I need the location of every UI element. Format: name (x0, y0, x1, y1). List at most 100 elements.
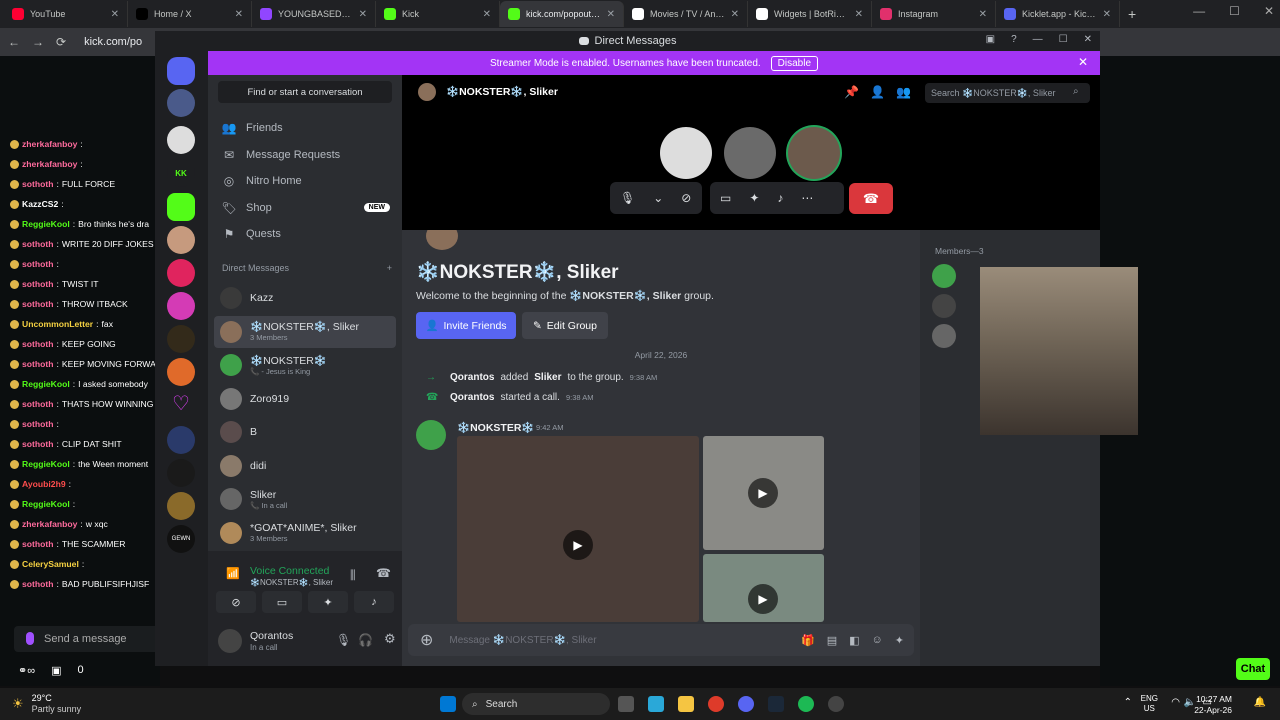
browser-tab[interactable]: Home / X ✕ (128, 1, 252, 27)
new-tab-icon[interactable]: + (1128, 6, 1136, 22)
settings-icon[interactable]: ⚙ (384, 631, 396, 647)
close-icon[interactable]: ✕ (1264, 4, 1274, 18)
minimize-icon[interactable]: — (1193, 4, 1205, 18)
server-icon[interactable] (167, 226, 195, 254)
forward-icon[interactable]: → (32, 35, 44, 49)
browser-tab[interactable]: YouTube ✕ (4, 1, 128, 27)
chat-username[interactable]: ReggieKool (22, 459, 70, 469)
minimize-icon[interactable]: — (1033, 34, 1043, 45)
maximize-icon[interactable]: ☐ (1059, 34, 1068, 45)
chat-username[interactable]: zherkafanboy (22, 139, 77, 149)
server-icon[interactable] (167, 292, 195, 320)
message-author[interactable]: ❄️NOKSTER❄️ (457, 421, 534, 434)
spotify-icon[interactable] (798, 696, 814, 712)
steam-icon[interactable] (768, 696, 784, 712)
close-tab-icon[interactable]: ✕ (855, 9, 863, 20)
app-icon[interactable] (828, 696, 844, 712)
camera-off-icon[interactable]: ⊘ (216, 591, 256, 613)
nav-nitro-home[interactable]: ◎ Nitro Home (214, 168, 396, 194)
server-icon[interactable] (167, 426, 195, 454)
chat-username[interactable]: sothoth (22, 179, 54, 189)
dm-item[interactable]: Kazz (214, 282, 396, 314)
nav-message-requests[interactable]: ✉ Message Requests (214, 142, 396, 168)
chat-username[interactable]: sothoth (22, 279, 54, 289)
chat-username[interactable]: sothoth (22, 439, 54, 449)
chat-username[interactable]: ReggieKool (22, 219, 70, 229)
chat-username[interactable]: zherkafanboy (22, 519, 77, 529)
dm-item[interactable]: didi (214, 450, 396, 482)
windows-start-icon[interactable] (440, 696, 456, 712)
server-icon[interactable]: GEWN (167, 525, 195, 553)
sticker-icon[interactable]: ◧ (849, 634, 859, 647)
maximize-icon[interactable]: ☐ (1229, 4, 1240, 18)
chat-username[interactable]: sothoth (22, 579, 54, 589)
close-icon[interactable]: ✕ (1078, 55, 1088, 69)
dm-item[interactable]: Zoro919 (214, 383, 396, 415)
video-attachment[interactable]: ▶ (703, 436, 824, 550)
chat-username[interactable]: ReggieKool (22, 499, 70, 509)
disable-button[interactable]: Disable (770, 55, 819, 71)
actor[interactable]: Qorantos (450, 392, 494, 403)
call-participant-avatar[interactable] (788, 127, 840, 179)
play-icon[interactable]: ▶ (748, 584, 778, 614)
dm-item[interactable]: ❄️NOKSTER❄️, Sliker 3 Members (214, 315, 396, 348)
dm-item[interactable]: ❄️NOKSTER❄️ 📞 - Jesus is King (214, 349, 396, 381)
dm-item[interactable]: B (214, 416, 396, 448)
server-icon[interactable] (167, 492, 195, 520)
hang-up-button[interactable]: ☎ (849, 183, 893, 214)
chat-username[interactable]: sothoth (22, 299, 54, 309)
close-icon[interactable]: ✕ (1084, 34, 1092, 45)
play-icon[interactable]: ▶ (563, 530, 593, 560)
reload-icon[interactable]: ⟳ (56, 35, 66, 49)
taskbar-search[interactable]: ⌕ Search (462, 693, 610, 715)
screen-share-icon[interactable]: ▭ (262, 591, 302, 613)
chat-username[interactable]: CelerySamuel (22, 559, 79, 569)
chat-username[interactable]: sothoth (22, 539, 54, 549)
browser-tab[interactable]: Widgets | BotRix — Ch ✕ (748, 1, 872, 27)
browser-tab[interactable]: Instagram ✕ (872, 1, 996, 27)
chat-username[interactable]: sothoth (22, 259, 54, 269)
browser-tab[interactable]: Movies / TV / Anime ✕ (624, 1, 748, 27)
close-tab-icon[interactable]: ✕ (607, 9, 615, 20)
add-friends-icon[interactable]: 👤 (870, 85, 885, 99)
chat-username[interactable]: sothoth (22, 339, 54, 349)
chat-button[interactable]: Chat (1236, 658, 1270, 680)
message-composer[interactable]: ⊕ Message ❄️NOKSTER❄️, Sliker 🎁 ▤ ◧ ☺ ✦ (408, 624, 914, 656)
avatar[interactable] (416, 420, 446, 450)
server-icon[interactable] (167, 358, 195, 386)
video-attachment[interactable]: ▶ (703, 554, 824, 622)
kick-message-input[interactable]: Send a message (14, 626, 160, 652)
mic-icon[interactable]: 🎙 (620, 191, 635, 205)
browser-tab[interactable]: Kick ✕ (376, 1, 500, 27)
add-dm-icon[interactable]: + (387, 263, 392, 273)
discord-icon[interactable] (738, 696, 754, 712)
dm-item[interactable]: Sliker 📞 In a call (214, 483, 396, 515)
close-tab-icon[interactable]: ✕ (359, 9, 367, 20)
nav-shop[interactable]: 🏷 Shop NEW (214, 195, 396, 221)
help-icon[interactable]: ? (1011, 34, 1017, 45)
server-icon[interactable] (167, 126, 195, 154)
pin-icon[interactable]: 📌 (844, 85, 859, 99)
close-tab-icon[interactable]: ✕ (1103, 9, 1111, 20)
disconnect-icon[interactable]: ☎ (376, 566, 391, 580)
server-icon[interactable] (167, 259, 195, 287)
members-icon[interactable]: 👥 (896, 85, 911, 99)
soundboard-icon[interactable]: ♪ (354, 591, 394, 613)
video-attachment[interactable]: ▶ (457, 436, 699, 622)
voice-channel[interactable]: ❄️NOKSTER❄️, Sliker (250, 578, 333, 587)
call-participant-avatar[interactable] (724, 127, 776, 179)
invite-friends-button[interactable]: 👤 Invite Friends (416, 312, 516, 339)
nav-friends[interactable]: 👥 Friends (214, 115, 396, 141)
message-input[interactable]: Message ❄️NOKSTER❄️, Sliker (449, 635, 596, 646)
server-icon[interactable] (167, 459, 195, 487)
call-participant-avatar[interactable] (660, 127, 712, 179)
noise-suppression-icon[interactable]: ⫼ (350, 568, 356, 583)
dm-item[interactable]: *GOAT*ANIME*, Sliker 3 Members (214, 517, 396, 549)
find-conversation-button[interactable]: Find or start a conversation (218, 81, 392, 103)
member-avatar[interactable] (932, 324, 956, 348)
inbox-icon[interactable]: ▣ (986, 34, 995, 45)
clock[interactable]: 10:27 AM 22-Apr-26 (1194, 694, 1232, 716)
chevron-up-icon[interactable]: ⌃ (1124, 697, 1132, 708)
discord-home-icon[interactable] (167, 57, 195, 85)
language-indicator[interactable]: ENG US (1141, 694, 1158, 714)
